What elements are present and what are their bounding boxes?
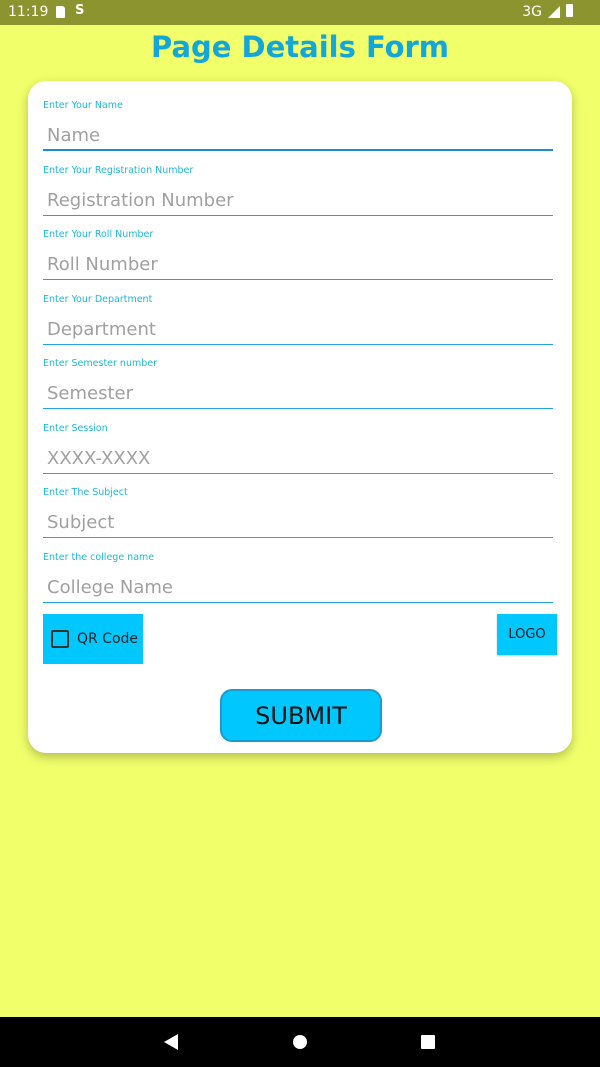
registration-number-input[interactable] xyxy=(43,178,553,216)
network-type: 3G xyxy=(522,4,542,20)
department-input[interactable] xyxy=(43,307,553,345)
submit-button[interactable]: SUBMIT xyxy=(220,689,382,742)
status-bar: 11:19 S 3G xyxy=(0,0,600,25)
subject-label: Enter The Subject xyxy=(43,487,128,498)
qr-code-checkbox-container[interactable]: QR Code xyxy=(43,614,143,664)
battery-icon xyxy=(566,4,573,17)
college-name-input[interactable] xyxy=(43,565,553,603)
department-label: Enter Your Department xyxy=(43,294,153,305)
registration-label: Enter Your Registration Number xyxy=(43,165,194,176)
subject-input[interactable] xyxy=(43,500,553,538)
college-label: Enter the college name xyxy=(43,552,155,563)
logo-button[interactable]: LOGO xyxy=(497,614,557,655)
roll-number-input[interactable] xyxy=(43,242,553,280)
name-label: Enter Your Name xyxy=(43,100,123,111)
signal-icon xyxy=(548,6,560,18)
semester-input[interactable] xyxy=(43,371,553,409)
sd-card-icon xyxy=(56,6,65,18)
session-label: Enter Session xyxy=(43,423,108,434)
college-field-group: Enter the college name xyxy=(43,551,553,603)
qr-code-label: QR Code xyxy=(77,631,139,647)
subject-field-group: Enter The Subject xyxy=(43,486,553,538)
session-input[interactable] xyxy=(43,436,553,474)
page-title: Page Details Form xyxy=(150,30,450,64)
back-icon[interactable] xyxy=(164,1034,178,1050)
department-field-group: Enter Your Department xyxy=(43,293,553,345)
name-field-group: Enter Your Name xyxy=(43,99,553,151)
registration-field-group: Enter Your Registration Number xyxy=(43,164,553,216)
session-field-group: Enter Session xyxy=(43,422,553,474)
home-icon[interactable] xyxy=(293,1035,307,1049)
navigation-bar xyxy=(0,1017,600,1067)
recents-icon[interactable] xyxy=(421,1035,435,1049)
roll-number-field-group: Enter Your Roll Number xyxy=(43,228,553,280)
semester-label: Enter Semester number xyxy=(43,358,158,369)
status-time: 11:19 xyxy=(8,4,49,20)
semester-field-group: Enter Semester number xyxy=(43,357,553,409)
name-input[interactable] xyxy=(43,113,553,151)
qr-code-checkbox[interactable] xyxy=(51,630,69,648)
roll-number-label: Enter Your Roll Number xyxy=(43,229,154,240)
sync-icon: S xyxy=(75,3,85,18)
form-card: Enter Your Name Enter Your Registration … xyxy=(28,81,572,753)
